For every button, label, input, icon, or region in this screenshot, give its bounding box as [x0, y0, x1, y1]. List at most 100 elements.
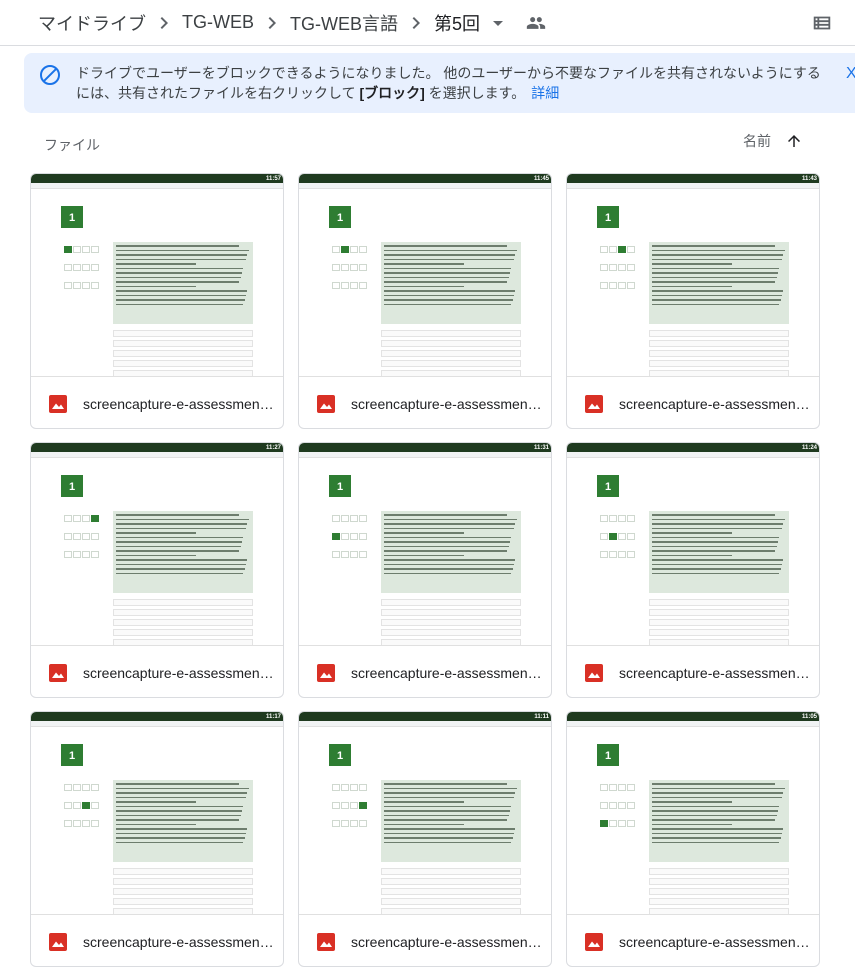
passage-line	[652, 841, 780, 843]
file-info[interactable]: screencapture-e-assessment-jp-1...	[567, 646, 819, 697]
question-nav-cell	[341, 533, 349, 540]
question-nav-cell	[82, 282, 90, 289]
file-card[interactable]: 11:11 1 screencapture-e-assessment-jp-1.…	[298, 711, 552, 967]
passage-line	[652, 254, 784, 256]
question-nav-cell	[627, 533, 635, 540]
thumbnail-time: 11:27	[265, 444, 281, 451]
question-nav-cell	[350, 820, 358, 827]
passage-line	[116, 527, 246, 529]
file-thumbnail[interactable]: 11:43 1	[567, 174, 819, 377]
thumbnail-time: 11:31	[533, 444, 549, 451]
caret-down-icon[interactable]	[486, 11, 510, 35]
passage-line	[116, 783, 240, 785]
file-thumbnail[interactable]: 11:27 1	[31, 443, 283, 646]
question-nav	[64, 780, 108, 834]
passage-line	[384, 272, 510, 274]
file-grid: 11:57 1 screencapture-e-assessment-jp-1.…	[30, 173, 820, 967]
passage-line	[116, 559, 248, 561]
arrow-up-icon[interactable]	[785, 132, 803, 150]
answer-option	[113, 868, 253, 875]
passage-line	[384, 303, 512, 305]
passage-line	[384, 258, 514, 260]
passage-line	[384, 276, 509, 278]
file-thumbnail[interactable]: 11:45 1	[299, 174, 551, 377]
file-card[interactable]: 11:05 1 screencapture-e-assessment-jp-1.…	[566, 711, 820, 967]
file-card[interactable]: 11:43 1 screencapture-e-assessment-jp-1.…	[566, 173, 820, 429]
banner-text-bold: [ブロック]	[359, 85, 425, 101]
learn-more-link[interactable]: 詳細	[531, 85, 559, 101]
passage-line	[652, 267, 780, 269]
question-nav-cell	[91, 515, 99, 522]
thumbnail-menubar	[299, 721, 551, 727]
question-nav	[600, 780, 644, 834]
question-nav-cell	[341, 820, 349, 827]
question-nav-cell	[350, 784, 358, 791]
passage-line	[384, 263, 465, 265]
file-info[interactable]: screencapture-e-assessment-jp-1...	[31, 377, 283, 428]
passage-line	[652, 303, 780, 305]
file-thumbnail[interactable]: 11:05 1	[567, 712, 819, 915]
file-info[interactable]: screencapture-e-assessment-jp-1...	[31, 915, 283, 966]
passage-line	[116, 245, 240, 247]
passage-line	[116, 550, 240, 552]
question-nav-cell	[64, 282, 72, 289]
passage-block	[649, 780, 789, 862]
passage-line	[652, 550, 776, 552]
passage-block	[113, 242, 253, 324]
breadcrumb-my-drive[interactable]: マイドライブ	[32, 6, 152, 40]
passage-line	[384, 550, 508, 552]
list-view-icon[interactable]	[811, 12, 833, 34]
question-nav-cell	[341, 551, 349, 558]
question-nav-cell	[64, 246, 72, 253]
file-card[interactable]: 11:31 1 screencapture-e-assessment-jp-1.…	[298, 442, 552, 698]
passage-line	[116, 290, 248, 292]
answer-option	[649, 888, 789, 895]
file-card[interactable]: 11:57 1 screencapture-e-assessment-jp-1.…	[30, 173, 284, 429]
question-nav-cell	[332, 533, 340, 540]
question-nav	[64, 511, 108, 565]
file-thumbnail[interactable]: 11:57 1	[31, 174, 283, 377]
passage-line	[384, 792, 516, 794]
file-thumbnail[interactable]: 11:24 1	[567, 443, 819, 646]
file-card[interactable]: 11:27 1 screencapture-e-assessment-jp-1.…	[30, 442, 284, 698]
top-bar: マイドライブ TG-WEB TG-WEB言語 第5回	[0, 0, 855, 46]
file-thumbnail[interactable]: 11:11 1	[299, 712, 551, 915]
passage-line	[652, 783, 776, 785]
passage-line	[116, 823, 197, 825]
passage-line	[652, 532, 733, 534]
people-icon[interactable]	[524, 11, 548, 35]
thumbnail-time: 11:45	[533, 175, 549, 182]
passage-line	[116, 801, 197, 803]
passage-line	[652, 796, 782, 798]
passage-line	[116, 541, 242, 543]
thumbnail-time: 11:05	[801, 713, 817, 720]
answer-option	[113, 330, 253, 337]
answer-option	[381, 609, 521, 616]
question-nav-cell	[359, 282, 367, 289]
close-icon[interactable]: X	[846, 65, 855, 85]
image-file-icon	[585, 932, 603, 951]
file-info[interactable]: screencapture-e-assessment-jp-1...	[299, 646, 551, 697]
file-info[interactable]: screencapture-e-assessment-jp-1...	[299, 915, 551, 966]
answer-option	[113, 629, 253, 636]
breadcrumb-current-folder[interactable]: 第5回	[428, 6, 486, 40]
file-info[interactable]: screencapture-e-assessment-jp-1...	[299, 377, 551, 428]
passage-line	[652, 563, 782, 565]
file-info[interactable]: screencapture-e-assessment-jp-1...	[567, 377, 819, 428]
sort-by-name[interactable]: 名前	[743, 131, 803, 151]
question-nav-cell	[91, 784, 99, 791]
file-card[interactable]: 11:17 1 screencapture-e-assessment-jp-1.…	[30, 711, 284, 967]
file-thumbnail[interactable]: 11:17 1	[31, 712, 283, 915]
file-card[interactable]: 11:45 1 screencapture-e-assessment-jp-1.…	[298, 173, 552, 429]
file-info[interactable]: screencapture-e-assessment-jp-1...	[31, 646, 283, 697]
breadcrumb-tg-web-language[interactable]: TG-WEB言語	[284, 6, 404, 40]
breadcrumb-tg-web[interactable]: TG-WEB	[176, 8, 260, 37]
thumbnail-page: 1	[329, 461, 529, 646]
answer-option	[381, 599, 521, 606]
question-nav-cell	[341, 246, 349, 253]
question-nav-cell	[73, 533, 81, 540]
file-info[interactable]: screencapture-e-assessment-jp-1...	[567, 915, 819, 966]
file-card[interactable]: 11:24 1 screencapture-e-assessment-jp-1.…	[566, 442, 820, 698]
file-thumbnail[interactable]: 11:31 1	[299, 443, 551, 646]
image-file-icon	[585, 663, 603, 682]
